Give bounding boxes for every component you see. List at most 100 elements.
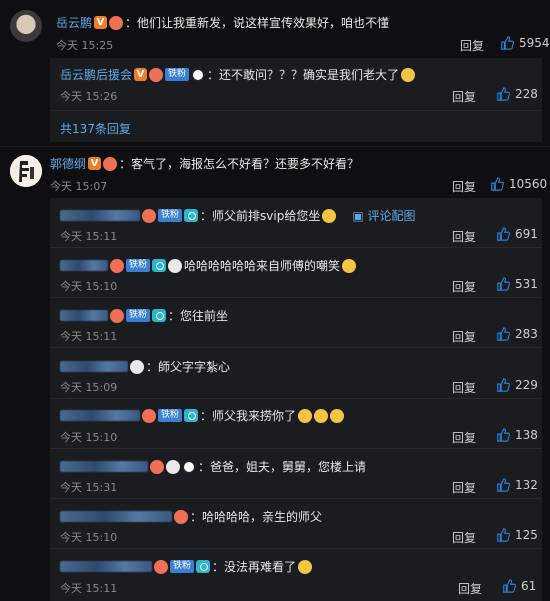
camera-icon — [196, 560, 211, 573]
username[interactable]: 岳云鹏 — [56, 14, 92, 31]
avatar[interactable] — [10, 10, 42, 42]
fan-badge-icon — [150, 459, 164, 474]
reply-header: 岳云鹏后援会 V 铁粉 ：还不敢问？？？确实是我们老大了 — [60, 66, 416, 83]
thumbs-up-icon — [497, 528, 510, 542]
like-button[interactable]: 138 — [496, 428, 538, 442]
like-count: 5954 — [519, 36, 550, 50]
reply-button[interactable]: 回复 — [452, 178, 476, 195]
reply-button[interactable]: 回复 — [452, 328, 476, 345]
divider — [50, 110, 542, 111]
blurred-username[interactable] — [60, 310, 108, 321]
fan-badge-icon — [154, 559, 168, 574]
blurred-username[interactable] — [60, 511, 172, 522]
like-button[interactable]: 125 — [496, 528, 538, 542]
like-count: 10560 — [509, 177, 548, 191]
thumbs-up-icon — [501, 36, 514, 50]
blurred-username[interactable] — [60, 361, 128, 372]
camera-icon — [184, 209, 199, 222]
like-button[interactable]: 229 — [496, 378, 538, 392]
timestamp: 今天 15:10 — [60, 431, 118, 444]
thumbs-up-icon — [497, 87, 510, 101]
blurred-username[interactable] — [60, 210, 140, 221]
more-replies-link[interactable]: 共137条回复 — [60, 120, 131, 137]
avatar[interactable] — [10, 155, 42, 187]
tiefen-badge: 铁粉 — [158, 209, 183, 222]
reply-text: ：还不敢问？？？确实是我们老大了 — [207, 68, 400, 82]
verified-icon: V — [88, 157, 102, 170]
camera-icon — [152, 309, 167, 322]
timestamp: 今天 15:11 — [60, 582, 118, 595]
tiefen-badge: 铁粉 — [170, 560, 195, 573]
camera-icon — [184, 409, 199, 422]
thumbs-up-icon — [497, 428, 510, 442]
like-button[interactable]: 5954 — [500, 36, 550, 50]
like-button[interactable]: 132 — [496, 478, 538, 492]
divider — [50, 448, 542, 449]
username[interactable]: 郭德纲 — [50, 155, 86, 172]
timestamp: 今天 15:26 — [60, 90, 118, 103]
fan-badge-icon — [110, 308, 124, 323]
divider — [50, 548, 542, 549]
reply-text: ：師父字字紮心 — [146, 360, 231, 374]
reply-text: ：师父我来捞你了 — [200, 409, 297, 423]
divider — [50, 498, 542, 499]
medal-icon — [166, 459, 180, 474]
thumbs-up-icon — [497, 327, 510, 341]
timestamp: 今天 15:11 — [60, 330, 118, 343]
timestamp: 今天 15:10 — [60, 280, 118, 293]
reply-button[interactable]: 回复 — [452, 529, 476, 546]
reply-text: 哈哈哈哈哈哈来自师傅的嘲笑 — [184, 259, 341, 273]
blurred-username[interactable] — [60, 561, 152, 572]
reply-header: 铁粉 ：没法再难看了 — [60, 558, 313, 575]
reply-button[interactable]: 回复 — [452, 88, 476, 105]
blurred-username[interactable] — [60, 461, 148, 472]
emoji-icon — [342, 258, 357, 273]
tiefen-badge: 铁粉 — [126, 309, 151, 322]
like-count: 531 — [515, 277, 538, 291]
blurred-username[interactable] — [60, 260, 108, 271]
thumbs-up-icon — [497, 227, 510, 241]
fan-badge-icon — [110, 258, 124, 273]
reply-button[interactable]: 回复 — [452, 429, 476, 446]
emoji-icon — [330, 408, 345, 423]
like-button[interactable]: 691 — [496, 227, 538, 241]
timestamp: 今天 15:25 — [56, 39, 114, 52]
reply-button[interactable]: 回复 — [452, 479, 476, 496]
reply-text: ：爸爸，姐夫，舅舅，您楼上请 — [198, 460, 367, 474]
verified-icon: V — [134, 68, 148, 81]
comment-header: 岳云鹏 V ：他们让我重新发，说这样宣传效果好，咱也不懂 — [56, 14, 389, 31]
like-button[interactable]: 531 — [496, 277, 538, 291]
like-count: 61 — [521, 579, 537, 593]
divider — [50, 247, 542, 248]
like-button[interactable]: 228 — [496, 87, 538, 101]
camera-icon — [152, 259, 167, 272]
timestamp: 今天 15:11 — [60, 230, 118, 243]
reply-button[interactable]: 回复 — [452, 379, 476, 396]
reply-button[interactable]: 回复 — [458, 580, 482, 597]
reply-header: ：師父字字紮心 — [60, 358, 230, 375]
thumbs-up-icon — [503, 579, 516, 593]
emoji-icon — [401, 67, 416, 82]
divider — [50, 347, 542, 348]
medal-icon — [168, 258, 183, 273]
reply-button[interactable]: 回复 — [460, 37, 484, 54]
reply-text: ：您往前坐 — [168, 309, 229, 323]
fan-badge-icon — [142, 208, 156, 223]
timestamp: 今天 15:07 — [50, 180, 108, 193]
comment-text: ：他们让我重新发，说这样宣传效果好，咱也不懂 — [125, 16, 390, 30]
like-button[interactable]: 10560 — [490, 177, 547, 191]
blurred-username[interactable] — [60, 410, 140, 421]
like-button[interactable]: 61 — [502, 579, 536, 593]
like-button[interactable]: 283 — [496, 327, 538, 341]
reply-button[interactable]: 回复 — [452, 278, 476, 295]
comment-image-link[interactable]: ▣ 评论配图 — [352, 207, 415, 224]
username[interactable]: 岳云鹏后援会 — [60, 66, 132, 83]
emoji-icon — [298, 559, 313, 574]
reply-button[interactable]: 回复 — [452, 228, 476, 245]
reply-header: 铁粉 ：师父我来捞你了 — [60, 407, 345, 424]
emoji-icon — [314, 408, 329, 423]
timestamp: 今天 15:10 — [60, 531, 118, 544]
reply-header: ：哈哈哈哈，亲生的师父 — [60, 508, 322, 525]
fan-badge-icon — [149, 67, 164, 82]
comment-header: 郭德纲 V ：客气了，海报怎么不好看？还要多不好看？ — [50, 155, 359, 172]
